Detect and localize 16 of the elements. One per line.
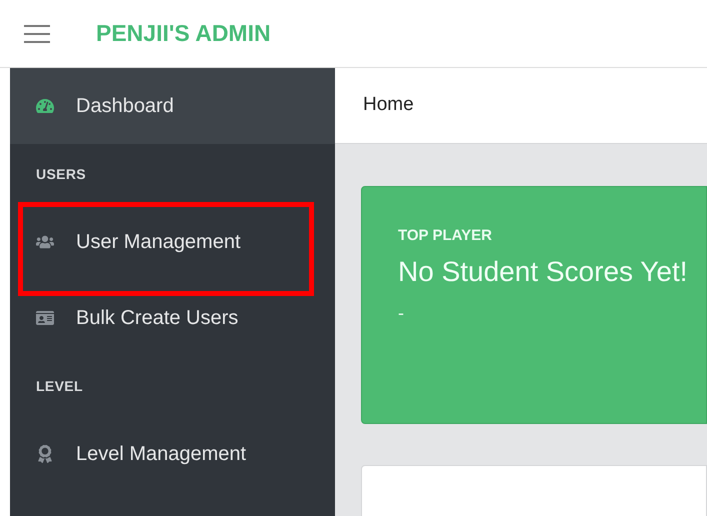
- section-heading: LEVEL: [36, 376, 83, 396]
- section-heading: USERS: [36, 164, 86, 184]
- card-label: TOP PLAYER: [398, 226, 493, 246]
- sidebar-link[interactable]: Bulk Create Users: [10, 280, 335, 356]
- gauge-icon: [36, 97, 54, 115]
- sidebar-link[interactable]: Level Management: [10, 416, 335, 492]
- people-icon: [36, 233, 54, 251]
- sidebar-link[interactable]: User Management: [10, 204, 335, 280]
- menu-icon[interactable]: [24, 24, 50, 42]
- sidebar-link[interactable]: Dashboard: [10, 68, 335, 144]
- app-title: PENJII'S ADMIN: [96, 19, 271, 48]
- id-card-icon: [36, 309, 54, 327]
- breadcrumb-item[interactable]: Home: [363, 91, 414, 120]
- card-detail: -: [398, 302, 405, 324]
- card-value: No Student Scores Yet!: [398, 254, 689, 288]
- award-icon: [36, 445, 54, 463]
